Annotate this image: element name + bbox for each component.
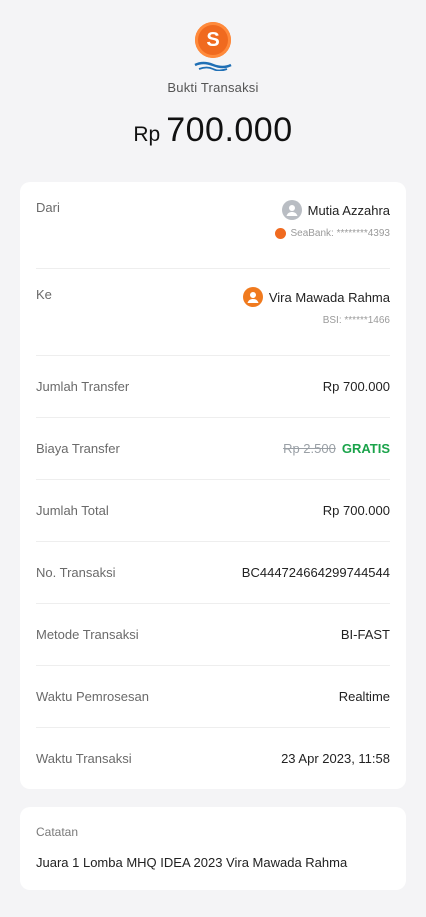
to-info: Vira Mawada Rahma BSI: ******1466 (242, 287, 390, 355)
transaction-receipt: S Bukti Transaksi Rp 700.000 Dari Mutia … (0, 0, 426, 917)
page-title: Bukti Transaksi (167, 80, 259, 95)
row-label: Jumlah Transfer (36, 379, 130, 394)
to-account: BSI: ******1466 (323, 315, 390, 326)
amount-value: 700.000 (166, 111, 293, 149)
user-avatar-icon (242, 287, 263, 307)
to-account-number: BSI: ******1466 (322, 315, 390, 326)
row-label: Jumlah Total (36, 503, 109, 518)
seabank-logo-icon: S (193, 22, 233, 72)
from-info: Mutia Azzahra SeaBank: ********4393 (275, 200, 390, 268)
old-fee: Rp 2.500 (283, 441, 336, 456)
row-label: Metode Transaksi (36, 627, 139, 642)
transfer-amount-row: Jumlah Transfer Rp 700.000 (36, 356, 390, 418)
receipt-header: S Bukti Transaksi Rp 700.000 (14, 0, 412, 176)
logo-circle: S (195, 22, 231, 58)
note-label: Catatan (36, 825, 79, 839)
currency-label: Rp (133, 123, 161, 146)
row-value: 23 Apr 2023, 11:58 (281, 751, 390, 766)
transaction-time-row: Waktu Transaksi 23 Apr 2023, 11:58 (36, 728, 390, 789)
total-amount-row: Jumlah Total Rp 700.000 (36, 480, 390, 542)
to-name: Vira Mawada Rahma (268, 289, 390, 305)
row-value: BI-FAST (340, 627, 390, 642)
transaction-number-row: No. Transaksi BC444724664299744544 (36, 542, 390, 604)
transaction-method-row: Metode Transaksi BI-FAST (36, 604, 390, 666)
from-name-line: Mutia Azzahra (281, 200, 390, 220)
row-value: Realtime (338, 689, 390, 704)
seabank-icon (275, 228, 287, 239)
from-name: Mutia Azzahra (307, 202, 390, 218)
row-label: Biaya Transfer (36, 441, 120, 456)
details-card: Dari Mutia Azzahra SeaBank: ********4393… (20, 182, 406, 789)
to-name-line: Vira Mawada Rahma (242, 287, 390, 307)
user-avatar-icon (281, 200, 302, 220)
from-account-number: SeaBank: ********4393 (290, 228, 390, 239)
from-account: SeaBank: ********4393 (275, 228, 390, 239)
to-row: Ke Vira Mawada Rahma BSI: ******1466 (36, 269, 390, 356)
note-card: Catatan Juara 1 Lomba MHQ IDEA 2023 Vira… (20, 807, 406, 890)
note-text: Juara 1 Lomba MHQ IDEA 2023 Vira Mawada … (36, 855, 348, 870)
fee-value: Rp 2.500 GRATIS (283, 441, 390, 456)
to-label: Ke (36, 287, 52, 302)
row-label: No. Transaksi (36, 565, 116, 580)
row-value: BC444724664299744544 (241, 565, 390, 580)
transfer-fee-row: Biaya Transfer Rp 2.500 GRATIS (36, 418, 390, 480)
free-badge: GRATIS (341, 441, 390, 456)
row-label: Waktu Transaksi (36, 751, 132, 766)
from-row: Dari Mutia Azzahra SeaBank: ********4393 (36, 182, 390, 269)
row-value: Rp 700.000 (322, 379, 390, 394)
processing-time-row: Waktu Pemrosesan Realtime (36, 666, 390, 728)
logo-wave (194, 61, 232, 72)
row-value: Rp 700.000 (322, 503, 390, 518)
from-label: Dari (36, 200, 60, 215)
total-amount: Rp 700.000 (133, 111, 292, 150)
row-label: Waktu Pemrosesan (36, 689, 149, 704)
